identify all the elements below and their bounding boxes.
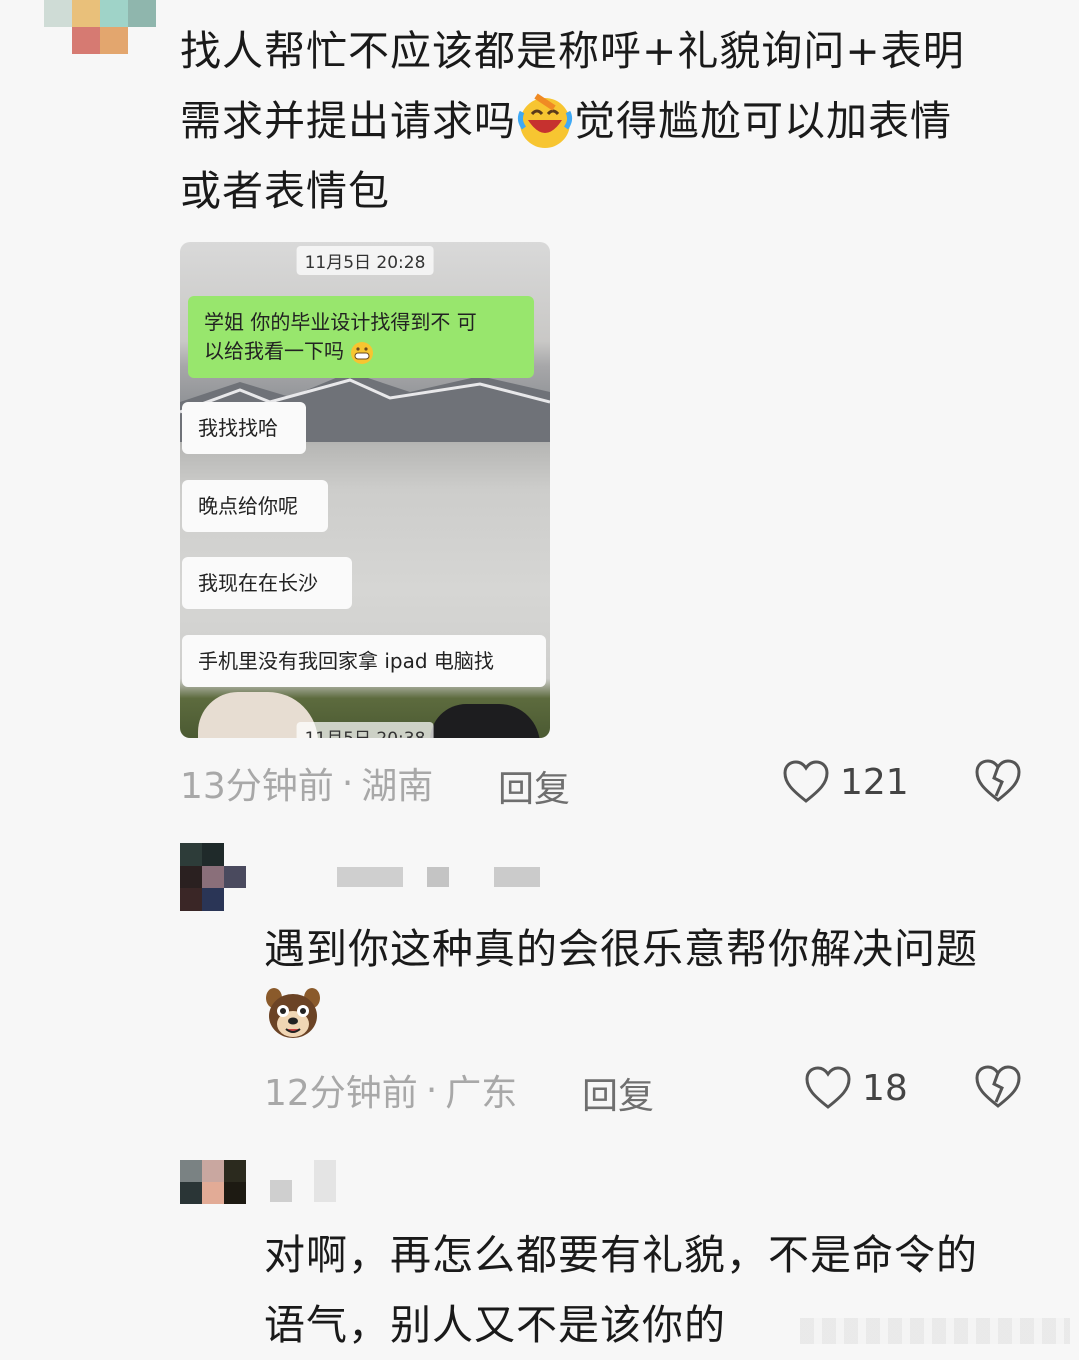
chat-bubble-received: 我现在在长沙 [182, 557, 352, 609]
like-count: 121 [840, 761, 909, 803]
puppy-face-sticker-icon [264, 984, 322, 1042]
comment-line: 遇到你这种真的会很乐意帮你解决问题 [264, 925, 978, 973]
comment-location: 湖南 [361, 766, 434, 807]
avatar[interactable] [44, 0, 156, 54]
comment-meta: 13分钟前 · 湖南 [180, 758, 433, 808]
like-count: 18 [862, 1067, 908, 1109]
chat-bubble-sent: 学姐 你的毕业设计找得到不 可 以给我看一下吗 [188, 296, 534, 378]
comment-meta: 12分钟前 · 广东 [264, 1065, 517, 1115]
laughing-crying-emoji-icon [516, 92, 574, 150]
broken-heart-icon[interactable] [974, 1064, 1022, 1110]
comment-time: 12分钟前 [264, 1073, 418, 1114]
chat-bubble-received: 手机里没有我回家拿 ipad 电脑找 [182, 635, 546, 687]
username-redacted[interactable] [270, 1180, 292, 1202]
chat-bubble-received: 我找找哈 [182, 402, 306, 454]
watermark [800, 1318, 1070, 1344]
broken-heart-icon[interactable] [974, 758, 1022, 804]
chat-timestamp: 11月5日 20:38 [296, 722, 434, 738]
reply-button[interactable]: 回复 [582, 1067, 654, 1119]
chat-bubble-line: 学姐 你的毕业设计找得到不 可 [204, 310, 477, 334]
chat-bubble-line: 以给我看一下吗 [204, 337, 518, 366]
comment-text: 遇到你这种真的会很乐意帮你解决问题 [264, 914, 1064, 984]
heart-icon [782, 759, 830, 805]
comment-text: 找人帮忙不应该都是称呼+礼貌询问+表明 需求并提出请求吗 觉得尴尬可以加表情 或… [180, 16, 1060, 226]
reply-button[interactable]: 回复 [498, 760, 570, 812]
like-button[interactable]: 18 [804, 1062, 908, 1114]
comment-time: 13分钟前 [180, 766, 334, 807]
username-redacted [314, 1160, 336, 1202]
grinning-emoji-icon [350, 341, 374, 365]
like-button[interactable]: 121 [782, 756, 909, 808]
avatar[interactable] [180, 843, 246, 911]
comment-line: 对啊，再怎么都要有礼貌，不是命令的 [264, 1231, 978, 1279]
separator-dot: · [341, 762, 354, 804]
chat-screenshot-image[interactable]: 11月5日 20:28 学姐 你的毕业设计找得到不 可 以给我看一下吗 我找找哈… [180, 242, 550, 738]
black-horse [430, 704, 540, 738]
chat-bubble-text: 以给我看一下吗 [204, 339, 344, 363]
chat-bubble-received: 晚点给你呢 [182, 480, 328, 532]
comment-line: 找人帮忙不应该都是称呼+礼貌询问+表明 [180, 27, 965, 75]
comment-location: 广东 [445, 1073, 518, 1114]
comment-line: 需求并提出请求吗 觉得尴尬可以加表情 [180, 86, 1060, 156]
comment-line-part: 需求并提出请求吗 [180, 97, 516, 145]
comment-line-part: 觉得尴尬可以加表情 [574, 97, 952, 145]
avatar[interactable] [180, 1160, 246, 1204]
username-redacted[interactable] [337, 867, 403, 887]
username-redacted [494, 867, 540, 887]
chat-timestamp: 11月5日 20:28 [296, 246, 434, 275]
heart-icon [804, 1065, 852, 1111]
comment-line: 或者表情包 [180, 167, 390, 215]
username-redacted [427, 867, 449, 887]
separator-dot: · [425, 1069, 438, 1111]
